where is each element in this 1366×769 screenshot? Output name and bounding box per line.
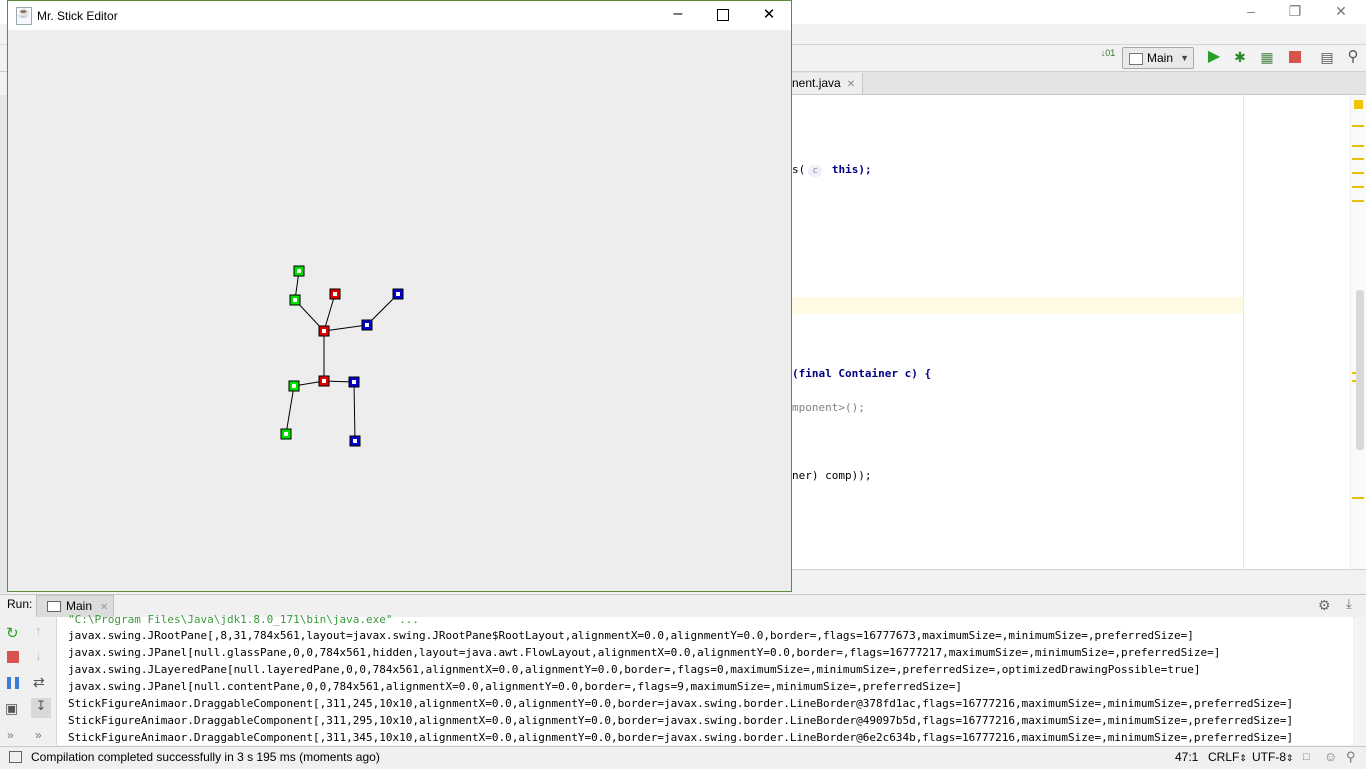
code-line: (final Container c) { (792, 367, 932, 380)
stick-segment (323, 293, 336, 332)
warning-mark[interactable] (1352, 125, 1364, 127)
code-editor[interactable] (792, 95, 1366, 569)
tab-file-java[interactable]: nent.java ✕ (792, 73, 863, 94)
project-structure-icon[interactable]: ▤ (1319, 49, 1335, 65)
hide-panel-icon[interactable]: ⤓ (1346, 596, 1352, 612)
code-line: mponent>(); (792, 401, 865, 414)
stick-segment (353, 381, 356, 442)
line-separator[interactable]: CRLF⇕ (1208, 750, 1247, 764)
event-log-icon[interactable]: ⚲ (1346, 749, 1356, 765)
close-icon[interactable]: ✕ (100, 602, 108, 613)
soft-wrap-icon[interactable]: ⇄ (33, 674, 45, 691)
tab-file-label: nent.java (792, 76, 841, 90)
camera-icon[interactable]: ▣ (5, 700, 18, 717)
coverage-icon[interactable]: ▦ (1259, 49, 1275, 65)
close-button[interactable]: ✕ (755, 4, 783, 26)
more-tools-icon[interactable]: » (35, 728, 42, 742)
caret-row-highlight (792, 297, 1244, 314)
console-scrollbar[interactable] (1354, 617, 1366, 745)
editor-bottom-bar (792, 569, 1366, 594)
console-line: StickFigureAnimaor.DraggableComponent[,3… (68, 697, 1294, 710)
console-line: StickFigureAnimaor.DraggableComponent[,3… (68, 731, 1294, 744)
console-command-line: "C:\Program Files\Java\jdk1.8.0_171\bin\… (68, 613, 419, 626)
right-margin-guide (1243, 95, 1244, 569)
java-app-icon: ☕ (16, 7, 32, 25)
console-line: StickFigureAnimaor.DraggableComponent[,3… (68, 714, 1294, 727)
run-config-label: Main (1147, 51, 1174, 65)
lock-icon[interactable]: □ (1303, 751, 1310, 763)
param-hint-badge: c (808, 165, 823, 177)
run-config-select[interactable]: Main ▼ (1122, 47, 1194, 69)
console-icon (47, 601, 61, 613)
code-line: s(c this); (792, 163, 872, 177)
minimize-button[interactable]: – (664, 4, 692, 26)
editor-scrollbar-thumb[interactable] (1356, 290, 1364, 450)
inspector-icon[interactable]: ☺ (1324, 749, 1337, 764)
close-icon[interactable]: ✕ (847, 79, 855, 90)
up-arrow-icon[interactable]: ↑ (35, 623, 42, 638)
rerun-icon[interactable]: ↻ (6, 624, 19, 642)
console-line: javax.swing.JRootPane[,8,31,784x561,layo… (68, 629, 1194, 642)
ide-minimize-button[interactable]: – (1236, 2, 1266, 20)
ide-close-button[interactable]: ✕ (1326, 2, 1356, 20)
tool-windows-icon[interactable] (9, 751, 22, 763)
build-project-icon[interactable]: ↓01 (1100, 49, 1116, 65)
file-encoding[interactable]: UTF-8⇕ (1252, 750, 1294, 764)
console-line: javax.swing.JPanel[null.glassPane,0,0,78… (68, 646, 1221, 659)
warning-mark[interactable] (1352, 497, 1364, 499)
pause-icon[interactable] (7, 677, 19, 689)
app-title: Mr. Stick Editor (37, 9, 118, 23)
stick-figure-canvas[interactable] (8, 31, 791, 591)
warning-mark[interactable] (1352, 186, 1364, 188)
search-icon[interactable]: ⚲ (1345, 49, 1361, 65)
config-icon (1129, 52, 1143, 65)
stick-segment (323, 324, 368, 332)
down-arrow-icon[interactable]: ↓ (35, 648, 42, 663)
run-panel-label: Run: (7, 597, 33, 611)
inspection-status-icon[interactable] (1354, 100, 1363, 109)
stop-icon[interactable] (1287, 49, 1303, 65)
stick-segment (285, 385, 295, 435)
maximize-button[interactable] (709, 4, 737, 26)
code-line: ner) comp)); (792, 469, 872, 482)
chevron-down-icon: ▼ (1180, 53, 1189, 63)
warning-mark[interactable] (1352, 200, 1364, 202)
gear-icon[interactable]: ⚙ (1318, 597, 1331, 614)
stop-icon[interactable] (7, 651, 19, 663)
scroll-to-end-icon[interactable]: ↧ (31, 698, 51, 718)
debug-icon[interactable]: ✱ (1232, 49, 1248, 65)
warning-mark[interactable] (1352, 158, 1364, 160)
ide-restore-button[interactable]: ❐ (1280, 2, 1310, 20)
warning-mark[interactable] (1352, 172, 1364, 174)
console-line: javax.swing.JPanel[null.contentPane,0,0,… (68, 680, 963, 693)
app-title-bar[interactable]: ☕ Mr. Stick Editor – ✕ (8, 1, 791, 30)
caret-position[interactable]: 47:1 (1175, 750, 1198, 764)
more-tools-icon[interactable]: » (7, 728, 14, 742)
status-message[interactable]: Compilation completed successfully in 3 … (31, 750, 380, 764)
run-icon[interactable]: ▶ (1206, 49, 1222, 65)
editor-tab-strip (792, 72, 1366, 95)
warning-mark[interactable] (1352, 145, 1364, 147)
console-line: javax.swing.JLayeredPane[null.layeredPan… (68, 663, 1201, 676)
